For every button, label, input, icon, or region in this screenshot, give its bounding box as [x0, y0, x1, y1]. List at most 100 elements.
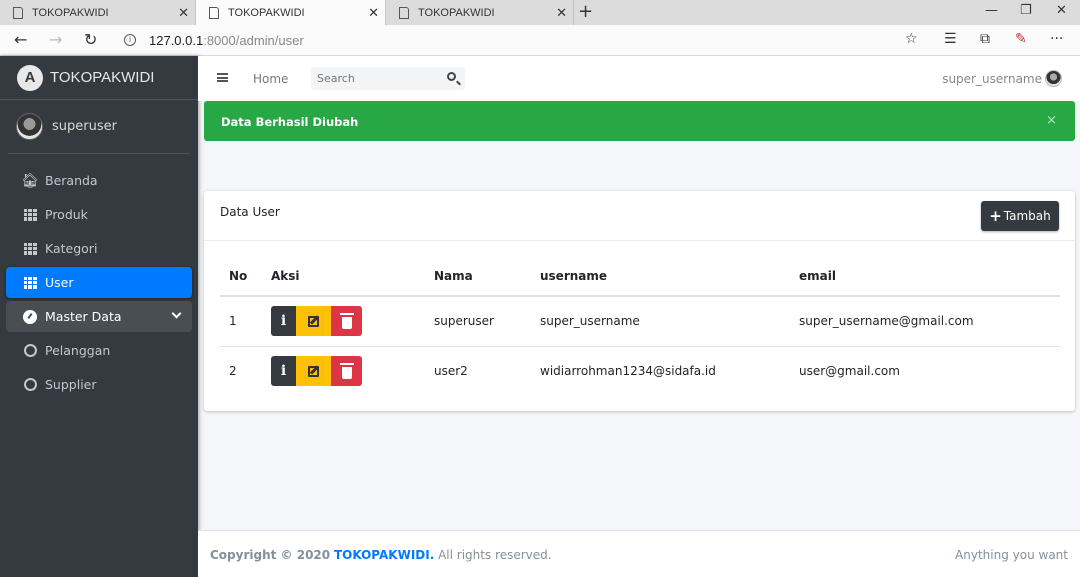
favorite-star-icon[interactable]: ☆: [905, 31, 918, 47]
forward-arrow-icon[interactable]: →: [49, 30, 62, 49]
grid-icon: [22, 208, 38, 221]
hamburger-menu-icon[interactable]: [217, 73, 228, 82]
sidebar-username: superuser: [52, 119, 117, 134]
cell-actions: i: [271, 346, 434, 396]
cell-nama: superuser: [434, 296, 540, 347]
delete-button[interactable]: [331, 356, 362, 387]
more-menu-icon[interactable]: ···: [1050, 31, 1063, 47]
url-host: 127.0.0.1: [149, 33, 204, 48]
sidebar-item-label: User: [45, 275, 74, 290]
success-alert: Data Berhasil Diubah ×: [204, 101, 1075, 141]
column-header: email: [799, 256, 1060, 297]
footer-brand-link[interactable]: TOKOPAKWIDI.: [334, 548, 434, 562]
footer-right-text: Anything you want: [955, 548, 1068, 562]
sidebar-item-produk[interactable]: Produk: [6, 199, 192, 230]
copyright-text: Copyright © 2020: [210, 548, 331, 562]
page-icon: [209, 7, 219, 19]
sidebar-item-master-data[interactable]: Master Data: [6, 301, 192, 332]
brand-text: TOKOPAKWIDI: [50, 69, 155, 86]
close-tab-icon[interactable]: ✕: [178, 5, 189, 21]
cell-actions: i: [271, 296, 434, 347]
browser-tab-active[interactable]: TOKOPAKWIDI ✕: [196, 0, 386, 26]
chevron-down-icon: [171, 308, 182, 319]
favorites-list-icon[interactable]: ☰: [944, 31, 957, 47]
plus-icon: +: [989, 207, 1002, 225]
cell-no: 1: [220, 296, 271, 347]
tab-title: TOKOPAKWIDI: [418, 6, 495, 19]
delete-button[interactable]: [331, 306, 362, 337]
minimize-icon[interactable]: —: [985, 3, 998, 18]
sidebar-item-label: Pelanggan: [45, 343, 111, 358]
browser-tab[interactable]: TOKOPAKWIDI ✕: [386, 0, 574, 25]
add-user-button[interactable]: + Tambah: [981, 201, 1059, 231]
edit-button[interactable]: [296, 356, 331, 387]
tab-title: TOKOPAKWIDI: [32, 6, 109, 19]
page-icon: [399, 6, 409, 19]
browser-tab-bar: TOKOPAKWIDI ✕ TOKOPAKWIDI ✕ TOKOPAKWIDI …: [0, 0, 1080, 26]
url-field[interactable]: 127.0.0.1:8000/admin/user: [149, 33, 304, 48]
rights-text: All rights reserved.: [438, 548, 552, 562]
detail-button[interactable]: i: [271, 306, 296, 337]
column-header: Nama: [434, 256, 540, 297]
sidebar-item-pelanggan[interactable]: Pelanggan: [6, 335, 192, 366]
info-icon: i: [280, 363, 287, 380]
cell-username: widiarrohman1234@sidafa.id: [540, 364, 716, 379]
brand-logo-icon: A: [17, 64, 43, 91]
nav-home-link[interactable]: Home: [253, 72, 288, 86]
alert-close-button[interactable]: ×: [1046, 113, 1057, 128]
nav-username[interactable]: super_username: [942, 72, 1042, 86]
top-navbar: Home super_username: [198, 56, 1080, 101]
card-header: Data User + Tambah: [204, 191, 1075, 241]
cell-email: super_username@gmail.com: [799, 296, 1060, 347]
edit-button[interactable]: [296, 306, 331, 337]
sidebar-item-beranda[interactable]: 🏠︎ Beranda: [6, 165, 192, 196]
user-panel[interactable]: superuser: [8, 100, 190, 154]
sidebar-item-label: Supplier: [45, 377, 97, 392]
edit-icon: [308, 315, 319, 327]
avatar: [16, 113, 43, 140]
table-header-row: No Aksi Nama username email: [220, 256, 1060, 297]
close-tab-icon[interactable]: ✕: [556, 5, 567, 21]
cell-email: user@gmail.com: [799, 364, 900, 379]
cell-no: 2: [229, 364, 237, 379]
browser-tab[interactable]: TOKOPAKWIDI ✕: [0, 0, 196, 25]
refresh-icon[interactable]: ↻: [84, 30, 97, 49]
collections-icon[interactable]: ⧉: [980, 31, 990, 47]
edit-icon: [308, 365, 319, 377]
add-button-label: Tambah: [1003, 209, 1051, 223]
sidebar-item-label: Produk: [45, 207, 88, 222]
detail-button[interactable]: i: [271, 356, 296, 387]
extension-icon[interactable]: ✎: [1015, 31, 1027, 47]
search-button[interactable]: [445, 71, 461, 87]
trash-icon: [339, 312, 354, 329]
page-icon: [13, 6, 23, 19]
tab-title: TOKOPAKWIDI: [228, 7, 305, 19]
home-icon: 🏠︎: [21, 172, 39, 189]
maximize-icon[interactable]: ❐: [1020, 3, 1032, 18]
site-info-icon[interactable]: i: [124, 34, 136, 46]
brand-link[interactable]: A TOKOPAKWIDI: [0, 56, 198, 100]
close-tab-icon[interactable]: ✕: [368, 5, 379, 21]
window-close-icon[interactable]: ✕: [1056, 3, 1067, 18]
column-header: username: [540, 256, 799, 297]
column-header: No: [220, 256, 271, 297]
circle-icon: [22, 378, 38, 391]
search-input[interactable]: [311, 67, 439, 90]
new-tab-icon[interactable]: +: [578, 1, 593, 22]
sidebar-item-label: Beranda: [45, 173, 98, 188]
back-arrow-icon[interactable]: ←: [14, 30, 27, 49]
sidebar-item-label: Master Data: [45, 309, 122, 324]
url-path: :8000/admin/user: [203, 33, 304, 48]
footer-copyright: Copyright © 2020 TOKOPAKWIDI. All rights…: [210, 548, 552, 562]
cell-username: super_username: [540, 296, 799, 347]
sidebar-item-user[interactable]: User: [6, 267, 192, 298]
sidebar-item-supplier[interactable]: Supplier: [6, 369, 192, 400]
grid-icon: [22, 276, 38, 289]
sidebar-item-kategori[interactable]: Kategori: [6, 233, 192, 264]
nav-avatar[interactable]: [1045, 70, 1062, 87]
sidebar-item-label: Kategori: [45, 241, 98, 256]
search-icon: [447, 72, 456, 81]
table-row: 2 i user2 widiarrohman1234@sidafa.id use…: [220, 346, 1060, 396]
grid-icon: [22, 242, 38, 255]
address-bar: ← → ↻ i 127.0.0.1:8000/admin/user ☆ ☰ ⧉ …: [0, 25, 1080, 56]
